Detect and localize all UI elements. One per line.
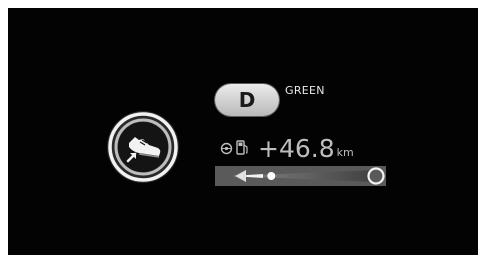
target-circle-icon <box>220 140 233 159</box>
eco-shoe-icon <box>105 109 181 189</box>
range-gain-value: +46.8 <box>258 134 335 163</box>
range-gain-row: +46.8 km <box>220 131 354 163</box>
drive-mode-label: GREEN <box>285 84 325 97</box>
eco-gauge <box>215 166 386 186</box>
fuel-pump-icon <box>236 140 249 159</box>
cluster-display: D GREEN +46.8 km <box>8 8 478 255</box>
gear-indicator: D <box>215 84 279 116</box>
range-gain-unit: km <box>336 146 354 159</box>
